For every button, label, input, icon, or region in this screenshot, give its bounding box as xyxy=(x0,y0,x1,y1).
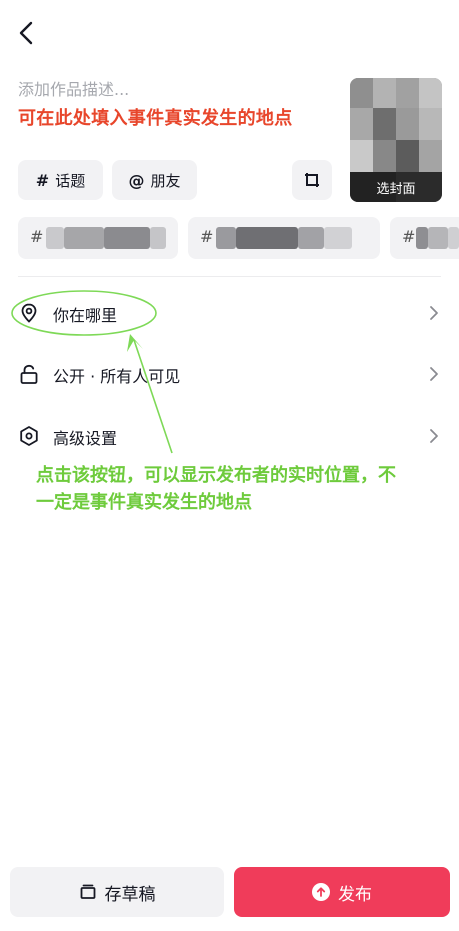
location-pin-icon xyxy=(18,302,40,324)
privacy-label: 公开 · 所有人可见 xyxy=(53,367,181,386)
publish-button[interactable]: 发布 xyxy=(234,867,450,917)
crop-button[interactable] xyxy=(292,160,332,200)
location-label: 你在哪里 xyxy=(53,306,118,325)
publish-label: 发布 xyxy=(338,884,372,905)
crop-icon xyxy=(305,173,319,187)
privacy-row[interactable]: 公开 · 所有人可见 xyxy=(0,352,459,396)
annotation-text-red: 可在此处填入事件真实发生的地点 xyxy=(18,108,293,129)
hexagon-settings-icon xyxy=(18,425,40,447)
select-cover-button[interactable]: 选封面 xyxy=(350,172,442,202)
cover-thumbnail[interactable]: 选封面 xyxy=(350,78,442,202)
hashtag-suggestion[interactable]: # xyxy=(390,217,459,259)
save-draft-label: 存草稿 xyxy=(104,884,156,905)
hashtag-suggestion[interactable]: # xyxy=(18,217,178,259)
section-divider xyxy=(18,276,441,277)
topic-label: 话题 xyxy=(55,171,86,190)
topic-chip[interactable]: # 话题 xyxy=(18,160,103,200)
chevron-right-icon xyxy=(425,427,443,445)
hashtag-icon: # xyxy=(200,227,214,246)
annotation-arrowhead xyxy=(127,334,143,352)
hashtag-icon: # xyxy=(35,170,50,190)
draft-icon xyxy=(80,884,95,899)
advanced-settings-label: 高级设置 xyxy=(53,429,118,448)
advanced-settings-row[interactable]: 高级设置 xyxy=(0,414,459,458)
at-icon: @ xyxy=(128,170,145,190)
chevron-right-icon xyxy=(425,304,443,322)
hashtag-icon: # xyxy=(30,227,44,246)
chevron-right-icon xyxy=(425,365,443,383)
mention-chip[interactable]: @ 朋友 xyxy=(112,160,197,200)
annotation-text-green: 点击该按钮，可以显示发布者的实时位置，不一定是事件真实发生的地点 xyxy=(36,465,396,513)
chevron-left-icon xyxy=(19,21,33,45)
hashtag-icon: # xyxy=(402,227,416,246)
description-input[interactable]: 添加作品描述... xyxy=(18,76,129,100)
back-button[interactable] xyxy=(12,18,42,48)
unlock-icon xyxy=(18,363,40,385)
friend-label: 朋友 xyxy=(150,171,181,190)
save-draft-button[interactable]: 存草稿 xyxy=(10,867,224,917)
upload-arrow-icon xyxy=(312,883,330,901)
location-row[interactable]: 你在哪里 xyxy=(0,291,459,335)
hashtag-suggestion[interactable]: # xyxy=(188,217,380,259)
